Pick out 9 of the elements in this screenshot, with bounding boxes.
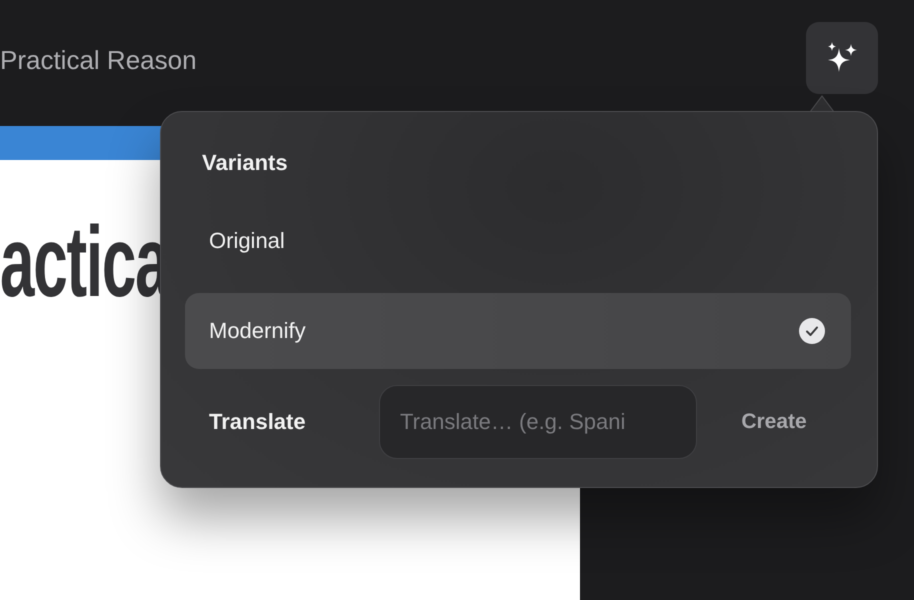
variant-option[interactable]: Modernify (185, 293, 851, 369)
variant-option[interactable]: Original (185, 203, 851, 279)
translate-input-field[interactable]: Translate… (e.g. Spani (379, 385, 697, 459)
translate-label: Translate (208, 409, 307, 435)
checkmark-icon (799, 318, 825, 344)
create-button[interactable]: Create (737, 404, 811, 440)
document-title: Practical Reason (0, 44, 197, 76)
popover-title: Variants (202, 149, 288, 177)
variants-button[interactable] (806, 22, 878, 94)
